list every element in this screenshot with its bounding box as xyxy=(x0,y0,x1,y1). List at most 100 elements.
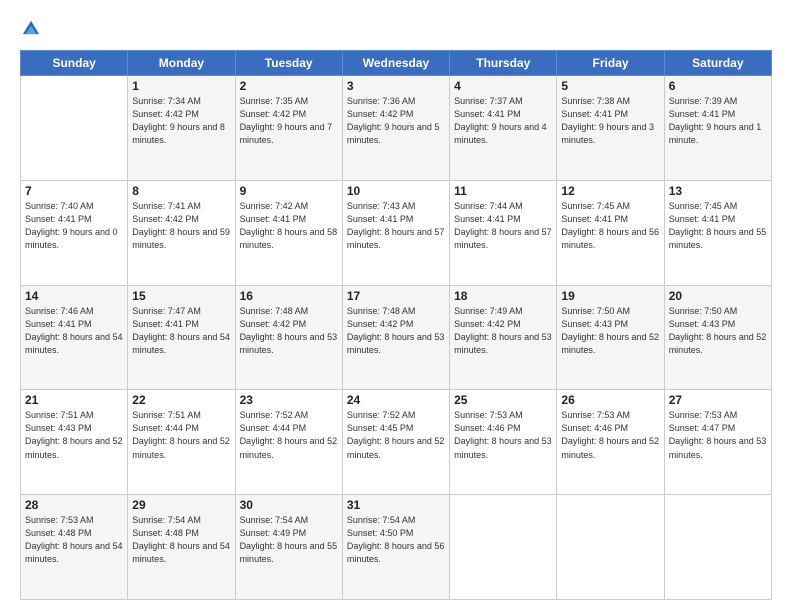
calendar-cell: 18 Sunrise: 7:49 AMSunset: 4:42 PMDayligh… xyxy=(450,285,557,390)
day-number: 4 xyxy=(454,79,552,93)
calendar-cell: 10 Sunrise: 7:43 AMSunset: 4:41 PMDayligh… xyxy=(342,180,449,285)
day-number: 24 xyxy=(347,393,445,407)
calendar-cell: 29 Sunrise: 7:54 AMSunset: 4:48 PMDayligh… xyxy=(128,495,235,600)
weekday-header-saturday: Saturday xyxy=(664,51,771,76)
weekday-header-thursday: Thursday xyxy=(450,51,557,76)
day-number: 31 xyxy=(347,498,445,512)
calendar-cell: 3Sunrise: 7:36 AMSunset: 4:42 PMDaylight… xyxy=(342,76,449,181)
day-number: 27 xyxy=(669,393,767,407)
day-info: Sunrise: 7:45 AMSunset: 4:41 PMDaylight:… xyxy=(561,200,659,252)
calendar-cell: 13Sunrise: 7:45 AMSunset: 4:41 PMDayligh… xyxy=(664,180,771,285)
day-info: Sunrise: 7:42 AMSunset: 4:41 PMDaylight:… xyxy=(240,200,338,252)
calendar-cell: 2Sunrise: 7:35 AMSunset: 4:42 PMDaylight… xyxy=(235,76,342,181)
calendar-page: SundayMondayTuesdayWednesdayThursdayFrid… xyxy=(0,0,792,612)
day-info: Sunrise: 7:44 AMSunset: 4:41 PMDaylight:… xyxy=(454,200,552,252)
day-number: 19 xyxy=(561,289,659,303)
day-info: Sunrise: 7:38 AMSunset: 4:41 PMDaylight:… xyxy=(561,95,659,147)
calendar-cell xyxy=(21,76,128,181)
logo xyxy=(20,18,46,40)
day-number: 11 xyxy=(454,184,552,198)
day-info: Sunrise: 7:54 AMSunset: 4:50 PMDaylight:… xyxy=(347,514,445,566)
calendar-cell: 23 Sunrise: 7:52 AMSunset: 4:44 PMDayligh… xyxy=(235,390,342,495)
calendar-week-2: 14 Sunrise: 7:46 AMSunset: 4:41 PMDayligh… xyxy=(21,285,772,390)
calendar-week-3: 21Sunrise: 7:51 AMSunset: 4:43 PMDayligh… xyxy=(21,390,772,495)
day-number: 28 xyxy=(25,498,123,512)
header xyxy=(20,18,772,40)
day-number: 12 xyxy=(561,184,659,198)
day-info: Sunrise: 7:39 AMSunset: 4:41 PMDaylight:… xyxy=(669,95,767,147)
calendar-cell: 4Sunrise: 7:37 AMSunset: 4:41 PMDaylight… xyxy=(450,76,557,181)
calendar-cell: 19 Sunrise: 7:50 AMSunset: 4:43 PMDayligh… xyxy=(557,285,664,390)
calendar-cell: 9 Sunrise: 7:42 AMSunset: 4:41 PMDaylight… xyxy=(235,180,342,285)
calendar-cell: 22 Sunrise: 7:51 AMSunset: 4:44 PMDayligh… xyxy=(128,390,235,495)
day-info: Sunrise: 7:36 AMSunset: 4:42 PMDaylight:… xyxy=(347,95,445,147)
day-info: Sunrise: 7:49 AMSunset: 4:42 PMDaylight:… xyxy=(454,305,552,357)
calendar-cell: 25 Sunrise: 7:53 AMSunset: 4:46 PMDayligh… xyxy=(450,390,557,495)
calendar-cell: 11 Sunrise: 7:44 AMSunset: 4:41 PMDayligh… xyxy=(450,180,557,285)
day-info: Sunrise: 7:52 AMSunset: 4:45 PMDaylight:… xyxy=(347,409,445,461)
day-number: 6 xyxy=(669,79,767,93)
day-number: 23 xyxy=(240,393,338,407)
day-info: Sunrise: 7:50 AMSunset: 4:43 PMDaylight:… xyxy=(561,305,659,357)
weekday-header-sunday: Sunday xyxy=(21,51,128,76)
calendar-cell: 7 Sunrise: 7:40 AMSunset: 4:41 PMDaylight… xyxy=(21,180,128,285)
day-info: Sunrise: 7:45 AMSunset: 4:41 PMDaylight:… xyxy=(669,200,767,252)
day-number: 17 xyxy=(347,289,445,303)
calendar-cell: 17 Sunrise: 7:48 AMSunset: 4:42 PMDayligh… xyxy=(342,285,449,390)
day-number: 5 xyxy=(561,79,659,93)
day-info: Sunrise: 7:54 AMSunset: 4:48 PMDaylight:… xyxy=(132,514,230,566)
calendar-cell: 26Sunrise: 7:53 AMSunset: 4:46 PMDayligh… xyxy=(557,390,664,495)
day-number: 7 xyxy=(25,184,123,198)
day-info: Sunrise: 7:35 AMSunset: 4:42 PMDaylight:… xyxy=(240,95,338,147)
calendar-cell: 20Sunrise: 7:50 AMSunset: 4:43 PMDayligh… xyxy=(664,285,771,390)
day-number: 10 xyxy=(347,184,445,198)
weekday-header-friday: Friday xyxy=(557,51,664,76)
day-info: Sunrise: 7:53 AMSunset: 4:47 PMDaylight:… xyxy=(669,409,767,461)
day-number: 29 xyxy=(132,498,230,512)
day-number: 25 xyxy=(454,393,552,407)
day-info: Sunrise: 7:48 AMSunset: 4:42 PMDaylight:… xyxy=(347,305,445,357)
calendar-week-0: 1 Sunrise: 7:34 AMSunset: 4:42 PMDaylight… xyxy=(21,76,772,181)
calendar-cell: 28Sunrise: 7:53 AMSunset: 4:48 PMDayligh… xyxy=(21,495,128,600)
day-number: 22 xyxy=(132,393,230,407)
day-info: Sunrise: 7:41 AMSunset: 4:42 PMDaylight:… xyxy=(132,200,230,252)
day-info: Sunrise: 7:43 AMSunset: 4:41 PMDaylight:… xyxy=(347,200,445,252)
day-info: Sunrise: 7:48 AMSunset: 4:42 PMDaylight:… xyxy=(240,305,338,357)
day-info: Sunrise: 7:34 AMSunset: 4:42 PMDaylight:… xyxy=(132,95,230,147)
day-number: 30 xyxy=(240,498,338,512)
calendar-cell: 1 Sunrise: 7:34 AMSunset: 4:42 PMDaylight… xyxy=(128,76,235,181)
day-number: 18 xyxy=(454,289,552,303)
logo-icon xyxy=(20,18,42,40)
calendar-week-1: 7 Sunrise: 7:40 AMSunset: 4:41 PMDaylight… xyxy=(21,180,772,285)
day-info: Sunrise: 7:53 AMSunset: 4:46 PMDaylight:… xyxy=(454,409,552,461)
calendar-cell: 5 Sunrise: 7:38 AMSunset: 4:41 PMDaylight… xyxy=(557,76,664,181)
day-info: Sunrise: 7:52 AMSunset: 4:44 PMDaylight:… xyxy=(240,409,338,461)
calendar-cell: 12 Sunrise: 7:45 AMSunset: 4:41 PMDayligh… xyxy=(557,180,664,285)
day-number: 26 xyxy=(561,393,659,407)
calendar-cell: 6 Sunrise: 7:39 AMSunset: 4:41 PMDaylight… xyxy=(664,76,771,181)
weekday-header-row: SundayMondayTuesdayWednesdayThursdayFrid… xyxy=(21,51,772,76)
day-info: Sunrise: 7:46 AMSunset: 4:41 PMDaylight:… xyxy=(25,305,123,357)
calendar-table: SundayMondayTuesdayWednesdayThursdayFrid… xyxy=(20,50,772,600)
calendar-cell: 27 Sunrise: 7:53 AMSunset: 4:47 PMDayligh… xyxy=(664,390,771,495)
day-number: 15 xyxy=(132,289,230,303)
calendar-cell xyxy=(450,495,557,600)
weekday-header-wednesday: Wednesday xyxy=(342,51,449,76)
calendar-cell xyxy=(557,495,664,600)
day-number: 9 xyxy=(240,184,338,198)
day-number: 20 xyxy=(669,289,767,303)
day-info: Sunrise: 7:51 AMSunset: 4:43 PMDaylight:… xyxy=(25,409,123,461)
calendar-cell: 16 Sunrise: 7:48 AMSunset: 4:42 PMDayligh… xyxy=(235,285,342,390)
calendar-cell: 24 Sunrise: 7:52 AMSunset: 4:45 PMDayligh… xyxy=(342,390,449,495)
calendar-cell: 14 Sunrise: 7:46 AMSunset: 4:41 PMDayligh… xyxy=(21,285,128,390)
weekday-header-tuesday: Tuesday xyxy=(235,51,342,76)
calendar-cell xyxy=(664,495,771,600)
calendar-week-4: 28Sunrise: 7:53 AMSunset: 4:48 PMDayligh… xyxy=(21,495,772,600)
calendar-cell: 8Sunrise: 7:41 AMSunset: 4:42 PMDaylight… xyxy=(128,180,235,285)
day-number: 14 xyxy=(25,289,123,303)
day-info: Sunrise: 7:51 AMSunset: 4:44 PMDaylight:… xyxy=(132,409,230,461)
calendar-body: 1 Sunrise: 7:34 AMSunset: 4:42 PMDaylight… xyxy=(21,76,772,600)
day-number: 1 xyxy=(132,79,230,93)
day-info: Sunrise: 7:40 AMSunset: 4:41 PMDaylight:… xyxy=(25,200,123,252)
day-number: 16 xyxy=(240,289,338,303)
